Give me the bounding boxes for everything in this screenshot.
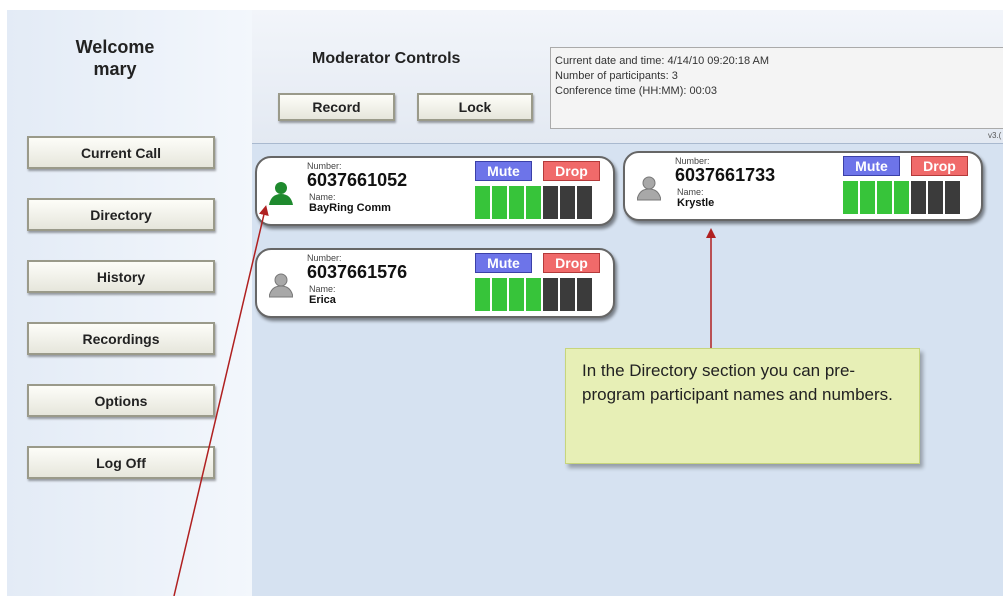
- participant-card: Number: 6037661052 Name: BayRing Comm Mu…: [255, 156, 615, 226]
- lock-button[interactable]: Lock: [417, 93, 533, 121]
- volume-meter: [475, 278, 592, 311]
- participant-number: 6037661576: [307, 262, 408, 282]
- conference-time: Conference time (HH:MM): 00:03: [555, 85, 717, 97]
- participant-name: Krystle: [677, 197, 715, 209]
- meter-bar: [843, 181, 858, 214]
- participant-inactive-icon: [637, 176, 661, 201]
- meter-bar: [577, 186, 592, 219]
- participant-count: Number of participants: 3: [555, 70, 678, 82]
- history-button[interactable]: History: [27, 260, 215, 293]
- directory-callout: In the Directory section you can pre-pro…: [565, 348, 920, 464]
- meter-bar: [877, 181, 892, 214]
- record-button[interactable]: Record: [278, 93, 395, 121]
- welcome-text: Welcome mary: [55, 36, 175, 80]
- meter-bar: [560, 186, 575, 219]
- meter-bar: [509, 278, 524, 311]
- meter-bar: [475, 278, 490, 311]
- meter-bar: [543, 186, 558, 219]
- mute-button[interactable]: Mute: [843, 156, 900, 176]
- name-label: Name:: [677, 187, 704, 197]
- meter-bar: [945, 181, 960, 214]
- meter-bar: [526, 278, 541, 311]
- meter-bar: [577, 278, 592, 311]
- log-off-button[interactable]: Log Off: [27, 446, 215, 479]
- meter-bar: [560, 278, 575, 311]
- sidebar: [7, 10, 252, 596]
- name-label: Name:: [309, 284, 336, 294]
- moderator-controls-title: Moderator Controls: [312, 50, 461, 67]
- participant-card: Number: 6037661576 Name: Erica Mute Drop: [255, 248, 615, 318]
- drop-button[interactable]: Drop: [543, 253, 600, 273]
- meter-bar: [543, 278, 558, 311]
- conference-info-panel: Current date and time: 4/14/10 09:20:18 …: [550, 47, 1003, 129]
- meter-bar: [928, 181, 943, 214]
- volume-meter: [843, 181, 960, 214]
- name-label: Name:: [309, 192, 336, 202]
- options-button[interactable]: Options: [27, 384, 215, 417]
- participant-number: 6037661733: [675, 165, 776, 185]
- meter-bar: [509, 186, 524, 219]
- meter-bar: [492, 186, 507, 219]
- current-date-time: Current date and time: 4/14/10 09:20:18 …: [555, 55, 770, 67]
- participant-card: Number: 6037661733 Name: Krystle Mute Dr…: [623, 151, 983, 221]
- meter-bar: [492, 278, 507, 311]
- participant-active-icon: [269, 182, 293, 205]
- participant-number: 6037661052: [307, 170, 408, 190]
- meter-bar: [860, 181, 875, 214]
- recordings-button[interactable]: Recordings: [27, 322, 215, 355]
- meter-bar: [475, 186, 490, 219]
- current-call-button[interactable]: Current Call: [27, 136, 215, 169]
- meter-bar: [894, 181, 909, 214]
- meter-bar: [526, 186, 541, 219]
- participant-inactive-icon: [269, 273, 293, 298]
- participant-name: BayRing Comm: [309, 202, 391, 214]
- meter-bar: [911, 181, 926, 214]
- mute-button[interactable]: Mute: [475, 253, 532, 273]
- mute-button[interactable]: Mute: [475, 161, 532, 181]
- volume-meter: [475, 186, 592, 219]
- welcome-label: Welcome: [75, 37, 155, 57]
- drop-button[interactable]: Drop: [911, 156, 968, 176]
- version-label: v3.(: [988, 131, 1002, 140]
- content-divider: [252, 143, 1003, 144]
- drop-button[interactable]: Drop: [543, 161, 600, 181]
- directory-button[interactable]: Directory: [27, 198, 215, 231]
- welcome-username: mary: [93, 59, 137, 79]
- participant-name: Erica: [309, 294, 336, 306]
